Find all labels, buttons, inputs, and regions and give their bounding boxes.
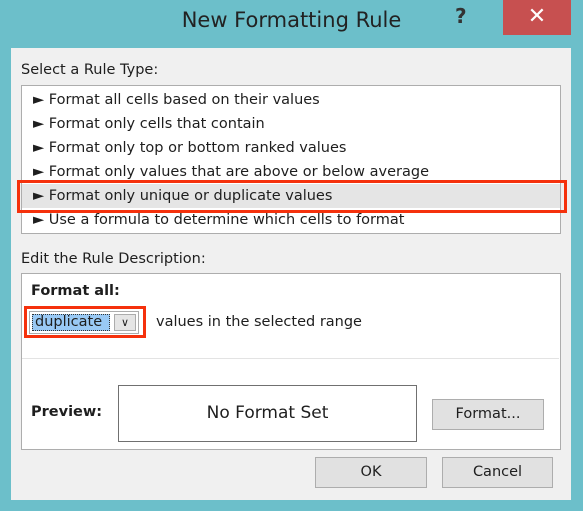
format-all-label: Format all:: [31, 283, 120, 299]
rule-type-item[interactable]: ► Format only top or bottom ranked value…: [22, 136, 560, 160]
range-suffix-text: values in the selected range: [156, 314, 362, 330]
preview-label: Preview:: [31, 404, 103, 420]
highlight-box: [24, 306, 146, 338]
preview-box: No Format Set: [118, 385, 417, 442]
rule-type-item[interactable]: ► Format only cells that contain: [22, 112, 560, 136]
help-icon[interactable]: ?: [455, 4, 467, 28]
highlight-box: [17, 180, 567, 213]
dialog-title: New Formatting Rule: [181, 8, 402, 32]
rule-type-item[interactable]: ► Format all cells based on their values: [22, 88, 560, 112]
divider: [22, 358, 559, 359]
ok-button[interactable]: OK: [315, 457, 427, 488]
close-button[interactable]: ✕: [503, 0, 571, 35]
rule-type-label: Select a Rule Type:: [21, 62, 159, 78]
cancel-button[interactable]: Cancel: [442, 457, 553, 488]
rule-description-label: Edit the Rule Description:: [21, 251, 206, 267]
format-button[interactable]: Format...: [432, 399, 544, 430]
